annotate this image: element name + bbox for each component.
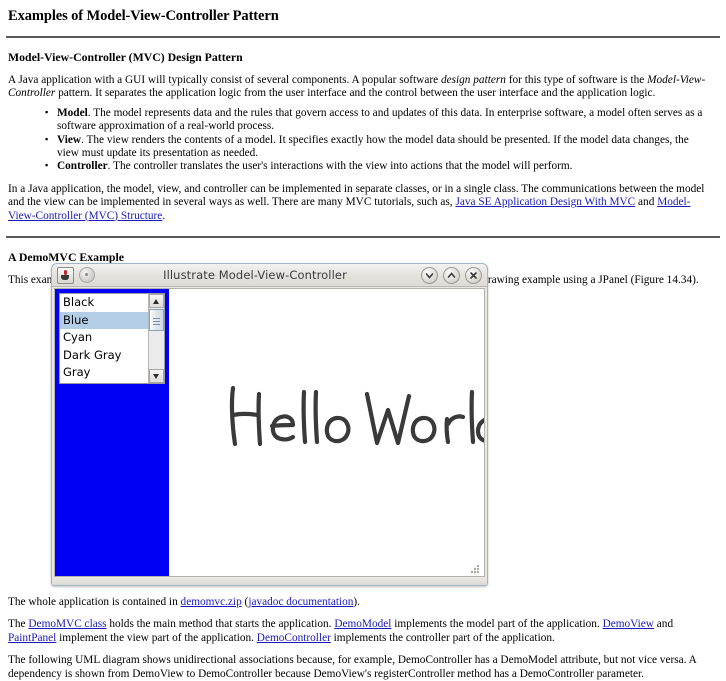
- mvc-definition-list: Model. The model represents data and the…: [0, 106, 726, 174]
- chevron-down-icon[interactable]: [421, 266, 438, 284]
- classes-text-f: implements the controller part of the ap…: [330, 631, 555, 644]
- list-item: Controller. The controller translates th…: [45, 159, 726, 173]
- list-item-cyan[interactable]: Cyan: [60, 329, 148, 347]
- color-list-items[interactable]: Black Blue Cyan Dark Gray Gray: [60, 294, 148, 383]
- java-coffee-cup-icon: [57, 266, 74, 284]
- color-jlist[interactable]: Black Blue Cyan Dark Gray Gray: [59, 293, 165, 384]
- classes-text-a: The: [8, 618, 29, 631]
- list-item: Model. The model represents data and the…: [45, 106, 726, 134]
- link-demomodel[interactable]: DemoModel: [334, 618, 391, 630]
- link-paintpanel[interactable]: PaintPanel: [8, 632, 56, 644]
- paragraph-classes: The DemoMVC class holds the main method …: [0, 618, 726, 645]
- close-x-icon[interactable]: [465, 266, 482, 284]
- window-title: Illustrate Model-View-Controller: [163, 268, 347, 282]
- classes-text-e: implement the view part of the applicati…: [56, 631, 257, 644]
- paragraph-intro: A Java application with a GUI will typic…: [0, 74, 726, 101]
- bottom-text-block: The whole application is contained in de…: [0, 596, 726, 681]
- intro-text-c: pattern. It separates the application lo…: [55, 87, 656, 100]
- horizontal-rule-mid: [6, 236, 720, 239]
- window-footer: [52, 578, 487, 585]
- bullet-term-controller: Controller: [57, 160, 108, 173]
- link-demoview[interactable]: DemoView: [603, 618, 654, 630]
- scrollbar-thumb[interactable]: [149, 309, 164, 331]
- paragraph-download: The whole application is contained in de…: [0, 596, 726, 609]
- link-javadoc-documentation[interactable]: javadoc documentation: [248, 596, 353, 608]
- bullet-term-model: Model: [57, 106, 88, 119]
- list-item-blue[interactable]: Blue: [60, 311, 148, 330]
- bullet-text-view: . The view renders the contents of a mod…: [57, 133, 689, 160]
- link-java-se-mvc[interactable]: Java SE Application Design With MVC: [455, 196, 635, 208]
- scroll-down-arrow-icon[interactable]: [149, 369, 164, 383]
- intro-text-b: for this type of software is the: [505, 74, 648, 86]
- window-content: Black Blue Cyan Dark Gray Gray: [54, 288, 485, 577]
- intro-em-design-pattern: design pattern: [440, 74, 506, 86]
- document-page: Examples of Model-View-Controller Patter…: [0, 8, 726, 680]
- list-item-black[interactable]: Black: [60, 294, 148, 312]
- list-item-gray[interactable]: Gray: [60, 364, 148, 382]
- download-text-a: The whole application is contained in: [8, 596, 181, 608]
- bullet-text-model: . The model represents data and the rule…: [57, 106, 703, 133]
- chevron-up-icon[interactable]: [443, 266, 460, 284]
- section-heading-mvc: Model-View-Controller (MVC) Design Patte…: [8, 50, 243, 64]
- link-demomvc-zip[interactable]: demomvc.zip: [181, 596, 242, 608]
- window-titlebar[interactable]: Illustrate Model-View-Controller: [52, 264, 487, 287]
- page-title: Examples of Model-View-Controller Patter…: [8, 8, 279, 24]
- scroll-up-arrow-icon[interactable]: [149, 294, 164, 308]
- link-demomvc-class[interactable]: DemoMVC class: [28, 618, 106, 630]
- paragraph-uml: The following UML diagram shows unidirec…: [8, 654, 697, 680]
- classes-text-b: holds the main method that starts the ap…: [106, 618, 335, 631]
- list-item-dark-gray[interactable]: Dark Gray: [60, 347, 148, 365]
- window-menu-icon[interactable]: [79, 267, 95, 283]
- list-item: View. The view renders the contents of a…: [45, 133, 726, 161]
- paint-panel[interactable]: [169, 289, 484, 576]
- tutorials-text-c: .: [162, 209, 166, 222]
- horizontal-rule-top: [6, 36, 720, 38]
- paragraph-tutorials: In a Java application, the model, view, …: [0, 183, 726, 223]
- classes-text-d: and: [653, 618, 674, 631]
- link-democontroller[interactable]: DemoController: [257, 632, 331, 644]
- window-controls: [421, 266, 482, 284]
- hand-drawn-hello-world: [229, 385, 484, 447]
- download-text-c: ).: [353, 596, 361, 608]
- intro-text-a: A Java application with a GUI will typic…: [8, 74, 441, 86]
- bullet-term-view: View: [57, 133, 82, 146]
- bullet-text-controller: . The controller translates the user's i…: [107, 160, 573, 173]
- classes-text-c: implements the model part of the applica…: [391, 618, 603, 631]
- window-resize-grip[interactable]: [471, 565, 480, 574]
- color-list-scrollbar[interactable]: [148, 294, 164, 383]
- demomvc-app-window[interactable]: Illustrate Model-View-Controller Black B…: [51, 263, 488, 586]
- tutorials-text-b: and: [635, 196, 658, 209]
